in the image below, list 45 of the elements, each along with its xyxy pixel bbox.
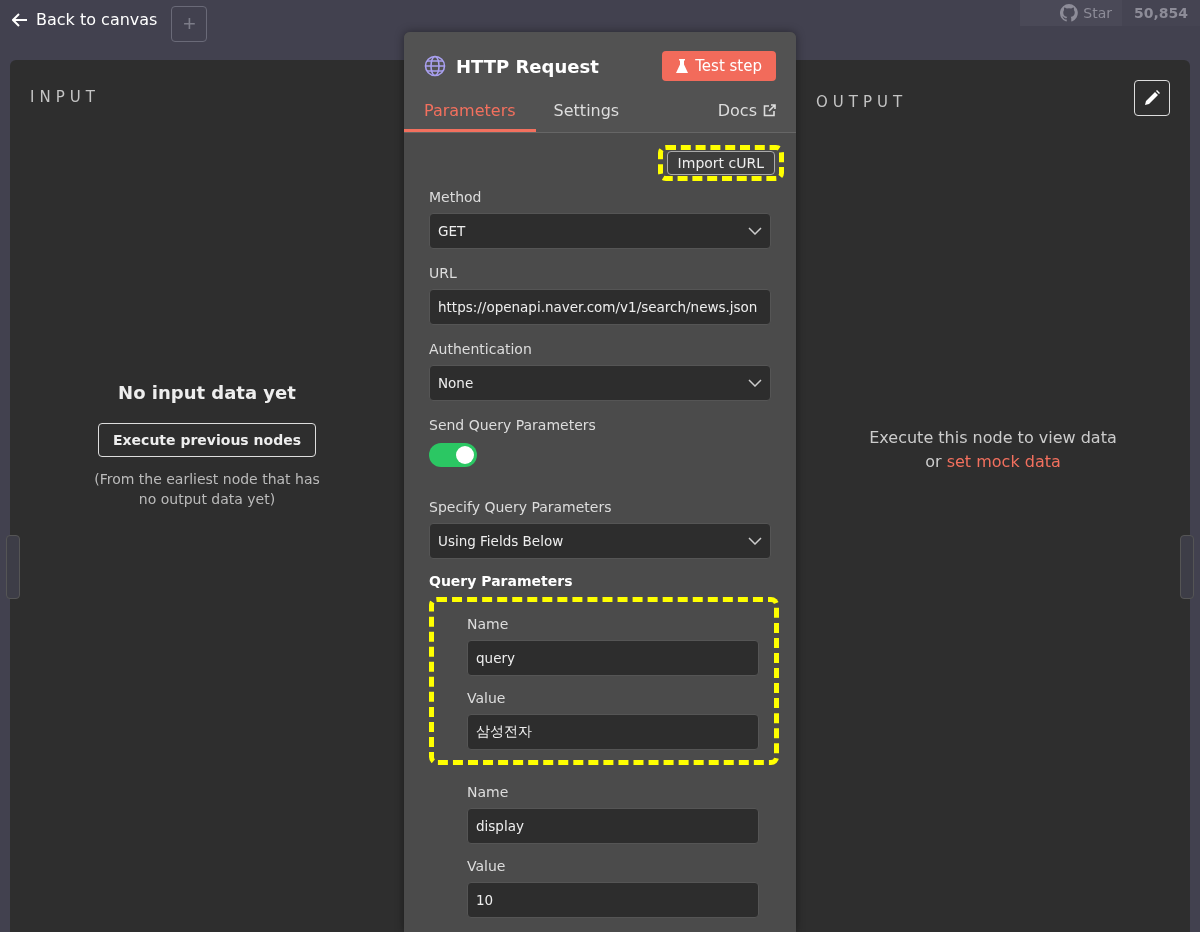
select-field[interactable]: Using Fields Below [429, 523, 771, 559]
resize-handle[interactable] [6, 535, 20, 599]
input-field[interactable]: 10 [467, 882, 759, 918]
globe-icon [424, 55, 446, 77]
input-field[interactable]: 삼성전자 [467, 714, 759, 750]
output-title: OUTPUT [816, 93, 908, 111]
mock-data-line: or set mock data [925, 451, 1061, 473]
input-field[interactable]: query [467, 640, 759, 676]
field-label: Name [467, 616, 510, 632]
import-curl-button[interactable]: Import cURL [666, 151, 775, 175]
section-title: Query Parameters [429, 573, 574, 589]
toggle-switch[interactable] [429, 443, 477, 467]
chevron-down-icon [748, 537, 762, 545]
docs-link[interactable]: Docs [717, 93, 776, 132]
input-field[interactable]: https://openapi.naver.com/v1/search/news.json [429, 289, 771, 325]
field-label: Method [429, 189, 483, 205]
resize-handle[interactable] [1180, 535, 1194, 599]
back-to-canvas-link[interactable]: Back to canvas [12, 10, 158, 29]
set-mock-data-link[interactable]: set mock data [946, 452, 1061, 471]
back-arrow-icon [12, 12, 28, 27]
external-link-icon [763, 104, 776, 117]
field-label: Value [467, 858, 507, 874]
field-label: Authentication [429, 341, 533, 357]
field-label: Send Query Parameters [429, 417, 597, 433]
field-label: Value [467, 690, 507, 706]
select-field[interactable]: GET [429, 213, 771, 249]
chevron-down-icon [748, 379, 762, 387]
empty-state-title: No input data yet [118, 381, 296, 403]
field-label: URL [429, 265, 458, 281]
edit-button[interactable] [1134, 80, 1170, 116]
input-title: INPUT [30, 88, 101, 106]
hint-text: (From the earliest node that has no output data yet) [93, 469, 321, 509]
input-field[interactable]: display [467, 808, 759, 844]
star-count: 50,854 [1121, 0, 1200, 26]
chevron-down-icon [748, 227, 762, 235]
field-label: Specify Query Parameters [429, 499, 613, 515]
github-icon [1060, 4, 1079, 22]
flask-icon [676, 58, 689, 74]
execute-previous-nodes-button[interactable]: Execute previous nodes [98, 422, 316, 457]
node-title: HTTP Request [456, 55, 599, 77]
pencil-icon [1143, 89, 1161, 107]
select-field[interactable]: None [429, 365, 771, 401]
output-message: Execute this node to view data [869, 427, 1117, 449]
tab[interactable]: Settings [553, 93, 620, 132]
field-label: Name [467, 784, 510, 800]
